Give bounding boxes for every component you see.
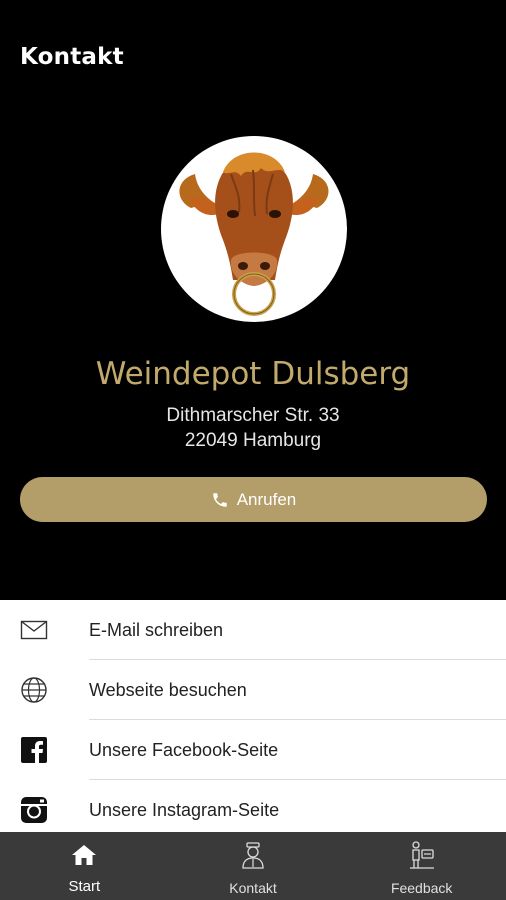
app-header: Kontakt [0, 0, 506, 100]
tab-kontakt-label: Kontakt [229, 880, 277, 896]
contact-person-icon [242, 842, 264, 869]
facebook-icon [20, 736, 48, 764]
instagram-action-label: Unsere Instagram-Seite [89, 800, 280, 820]
instagram-action[interactable]: Unsere Instagram-Seite [0, 780, 506, 832]
email-action[interactable]: E-Mail schreiben [0, 600, 506, 660]
call-button[interactable]: Anrufen [20, 477, 487, 522]
tab-feedback[interactable]: Feedback [337, 832, 506, 900]
mail-icon [20, 616, 48, 644]
feedback-icon [409, 841, 434, 869]
bull-head-logo [161, 136, 347, 322]
contact-actions-list: E-Mail schreiben Webseite besuchen Unser… [0, 600, 506, 832]
facebook-action-label: Unsere Facebook-Seite [89, 740, 279, 760]
tab-start[interactable]: Start [0, 832, 169, 900]
tab-feedback-label: Feedback [390, 880, 453, 896]
tab-kontakt[interactable]: Kontakt [169, 832, 338, 900]
address-street: Dithmarscher Str. 33 [166, 405, 340, 426]
home-icon [72, 845, 97, 865]
email-action-label: E-Mail schreiben [89, 620, 224, 640]
bull-head-icon [179, 152, 329, 316]
website-action-label: Webseite besuchen [89, 680, 247, 700]
address-city: 22049 Hamburg [184, 430, 322, 451]
phone-icon [212, 492, 227, 507]
tab-start-label: Start [68, 878, 101, 895]
website-action[interactable]: Webseite besuchen [0, 660, 506, 720]
facebook-action[interactable]: Unsere Facebook-Seite [0, 720, 506, 780]
business-name: Weindepot Dulsberg [95, 356, 411, 392]
page-title: Kontakt [20, 44, 124, 70]
call-button-label: Anrufen [236, 489, 297, 509]
globe-icon [20, 676, 48, 704]
business-hero: Weindepot Dulsberg Dithmarscher Str. 33 … [0, 100, 506, 600]
instagram-icon [20, 796, 48, 824]
bottom-tab-bar: Start Kontakt Feedback [0, 832, 506, 900]
